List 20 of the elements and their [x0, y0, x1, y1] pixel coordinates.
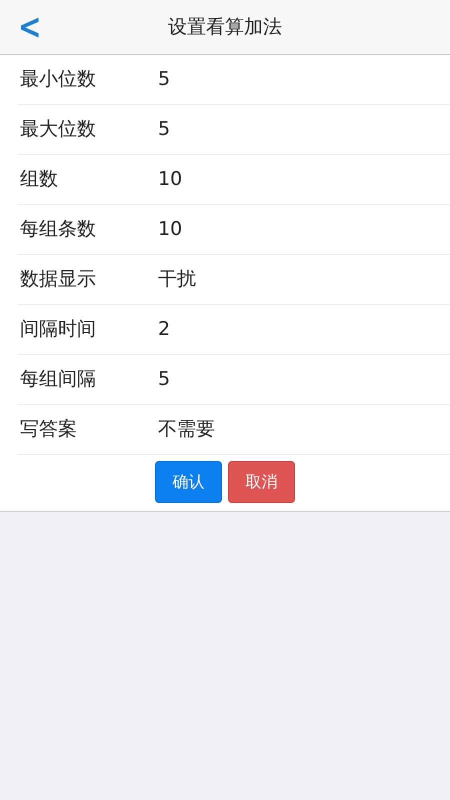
setting-label: 写答案 [19, 417, 78, 442]
confirm-button[interactable]: 确认 [155, 461, 222, 503]
setting-value[interactable]: 5 [158, 115, 170, 144]
setting-value[interactable]: 10 [158, 165, 182, 194]
setting-label: 每组间隔 [19, 367, 97, 392]
page-title: 设置看算加法 [168, 14, 282, 40]
setting-value[interactable]: 不需要 [158, 415, 215, 444]
setting-label: 最小位数 [19, 67, 97, 92]
setting-value[interactable]: 5 [158, 65, 170, 94]
setting-label: 每组条数 [19, 217, 97, 242]
setting-value[interactable]: 5 [158, 365, 170, 394]
setting-value[interactable]: 2 [158, 315, 170, 344]
setting-label: 数据显示 [19, 267, 97, 292]
setting-value[interactable]: 干扰 [158, 265, 196, 294]
cancel-button[interactable]: 取消 [228, 461, 295, 503]
back-button[interactable]: < [18, 8, 40, 46]
setting-label: 最大位数 [19, 117, 97, 142]
setting-label: 组数 [19, 167, 59, 192]
setting-label: 间隔时间 [19, 317, 97, 342]
setting-value[interactable]: 10 [158, 215, 182, 244]
